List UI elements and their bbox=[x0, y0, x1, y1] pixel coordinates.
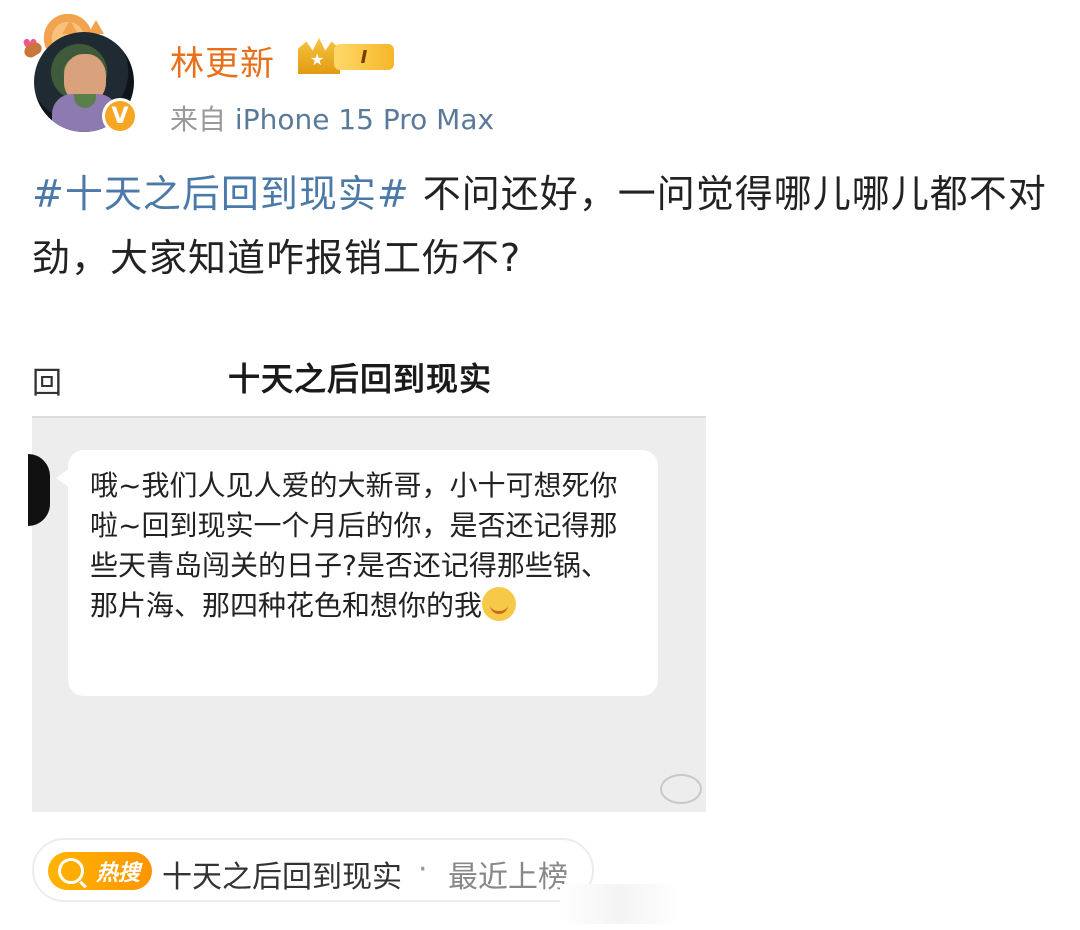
avatar-wrap[interactable]: ♥ V bbox=[22, 14, 142, 134]
hot-search-label: 热搜 bbox=[96, 861, 141, 886]
star-icon: ★ bbox=[310, 50, 325, 69]
search-icon bbox=[58, 858, 84, 884]
source-device[interactable]: iPhone 15 Pro Max bbox=[235, 103, 494, 136]
smile-emoji-icon bbox=[482, 587, 517, 621]
weibo-watermark-icon bbox=[660, 774, 702, 804]
post-hashtag[interactable]: #十天之后回到现实# bbox=[32, 172, 410, 216]
post-header: ♥ V 林更新 ★ I 来自 iPhone 15 Pro Max bbox=[0, 0, 1080, 150]
level-badge[interactable]: ★ I bbox=[298, 38, 400, 76]
verified-badge-icon: V bbox=[102, 98, 138, 134]
username[interactable]: 林更新 bbox=[170, 36, 275, 85]
hot-search-badge: 热搜 bbox=[48, 852, 152, 890]
chat-body: 哦~我们人见人爱的大新哥，小十可想死你啦~回到现实一个月后的你，是否还记得那些天… bbox=[28, 416, 706, 812]
post-source: 来自 iPhone 15 Pro Max bbox=[170, 98, 494, 138]
chat-message-text: 哦~我们人见人爱的大新哥，小十可想死你啦~回到现实一个月后的你，是否还记得那些天… bbox=[90, 469, 618, 622]
level-value: I bbox=[334, 44, 394, 70]
chat-message-bubble: 哦~我们人见人爱的大新哥，小十可想死你啦~回到现实一个月后的你，是否还记得那些天… bbox=[68, 450, 658, 696]
hot-search-separator: · bbox=[418, 852, 428, 887]
hot-search-topic: 十天之后回到现实 bbox=[162, 860, 402, 895]
chat-back-label: 回 bbox=[32, 366, 62, 401]
chat-title: 十天之后回到现实 bbox=[228, 360, 493, 398]
hot-search-status: 最近上榜 bbox=[448, 860, 568, 895]
hot-search-link[interactable]: 热搜 十天之后回到现实 · 最近上榜 bbox=[32, 838, 594, 902]
chat-avatar bbox=[28, 454, 50, 526]
chat-header: 回 十天之后回到现实 bbox=[32, 340, 706, 416]
attached-image[interactable]: 回 十天之后回到现实 哦~我们人见人爱的大新哥，小十可想死你啦~回到现实一个月后… bbox=[28, 340, 706, 812]
source-prefix: 来自 bbox=[170, 103, 227, 136]
watermark bbox=[560, 884, 680, 924]
post-text: #十天之后回到现实# 不问还好，一问觉得哪儿哪儿都不对劲，大家知道咋报销工伤不? bbox=[32, 162, 1052, 290]
